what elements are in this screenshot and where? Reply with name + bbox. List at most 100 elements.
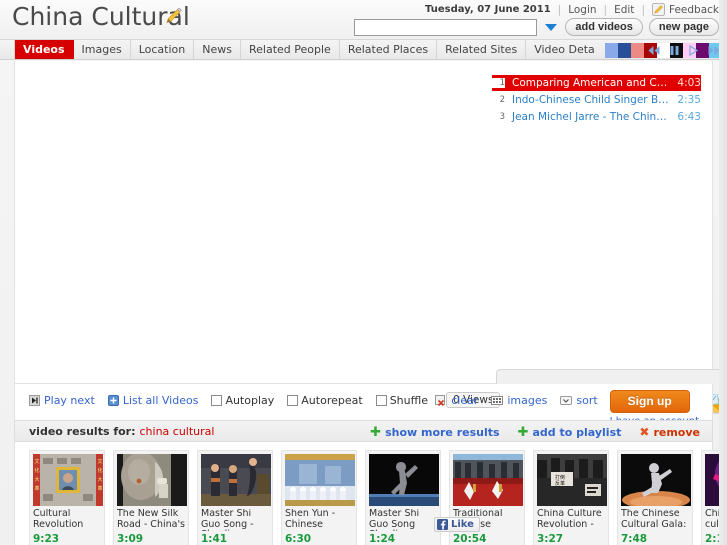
close-icon: ✖ (639, 424, 650, 439)
add-videos-button[interactable]: add videos (565, 18, 643, 36)
meta-divider-3: | (641, 3, 645, 16)
results-header-bar: video results for: china cultural ✚ show… (14, 420, 713, 442)
svg-text:大: 大 (98, 476, 103, 483)
list-all-videos-button[interactable]: List all Videos (107, 394, 198, 407)
show-more-results-button[interactable]: ✚ show more results (370, 426, 499, 439)
playlist-duration: 4:03 (677, 77, 701, 89)
meta-divider-1: | (557, 3, 562, 16)
swatch-0[interactable] (604, 42, 618, 58)
clear-button[interactable]: clear (435, 394, 478, 407)
video-thumbnail (453, 454, 523, 506)
add-to-playlist-label: add to playlist (532, 425, 622, 439)
checkbox-box (211, 394, 223, 406)
svg-text:革: 革 (98, 485, 103, 492)
meta-divider-2: | (603, 3, 608, 16)
shuffle-checkbox[interactable]: Shuffle (375, 393, 429, 407)
results-actions: ✚ show more results ✚ add to playlist ✖ … (370, 421, 700, 443)
video-thumbnail: 文化大革 文化大革 (33, 454, 103, 506)
result-tools: clear images sort (435, 394, 598, 407)
svg-text:打倒: 打倒 (555, 474, 565, 481)
video-thumbnail (201, 454, 271, 506)
svg-text:化: 化 (35, 467, 40, 474)
signup-button[interactable]: Sign up (609, 390, 690, 413)
plus-icon: ✚ (517, 424, 529, 440)
tab-images[interactable]: Images (74, 40, 131, 59)
search-input[interactable] (354, 18, 538, 36)
footer-social-bar: Like ShareThis (0, 510, 727, 545)
playlist-item-3[interactable]: 3 Jean Michel Jarre - The China conce...… (492, 109, 701, 125)
skip-next-icon (29, 394, 40, 406)
images-button[interactable]: images (491, 394, 547, 407)
right-edge-strip (719, 0, 727, 545)
autorepeat-checkbox[interactable]: Autorepeat (287, 393, 363, 407)
autorepeat-label: Autorepeat (301, 393, 363, 407)
images-label: images (507, 394, 548, 407)
playlist-index: 3 (499, 112, 505, 122)
remove-button[interactable]: ✖ remove (639, 426, 700, 439)
sort-label: sort (576, 394, 598, 407)
results-label: video results for: (29, 424, 136, 438)
current-date: Tuesday, 07 June 2011 (425, 4, 551, 15)
autoplay-checkbox[interactable]: Autoplay (211, 394, 274, 407)
plus-icon: ✚ (370, 424, 382, 440)
video-thumbnail (117, 454, 187, 506)
tab-location[interactable]: Location (131, 40, 195, 59)
svg-text:反革: 反革 (555, 480, 565, 487)
page-root: China Cultural Tuesday, 07 June 2011 | L… (0, 0, 727, 545)
video-thumbnail (621, 454, 691, 506)
playlist-item-2[interactable]: 2 Indo-Chinese Child Singer Brings C... … (492, 92, 701, 108)
new-page-button[interactable]: new page (648, 18, 719, 36)
svg-text:文: 文 (98, 458, 103, 465)
tab-related-sites[interactable]: Related Sites (437, 40, 527, 59)
player-controls-bar: Play next List all Videos Autoplay Autor… (14, 384, 713, 427)
video-thumbnail (285, 454, 355, 506)
chevron-down-icon[interactable] (545, 23, 558, 31)
results-query: china cultural (139, 424, 215, 438)
like-label: Like (451, 519, 474, 530)
feedback-pencil-icon[interactable] (651, 3, 665, 16)
player-controls-left: Play next List all Videos Autoplay Autor… (29, 392, 501, 408)
login-link[interactable]: Login (568, 4, 596, 16)
play-icon[interactable] (688, 44, 699, 56)
playlist-title: Comparing American and Chinese ... (512, 77, 670, 89)
playlist-index: 1 (492, 78, 505, 88)
swatch-1[interactable] (617, 42, 631, 58)
add-to-playlist-button[interactable]: ✚ add to playlist (518, 426, 622, 439)
grid-icon (491, 396, 504, 405)
autoplay-label: Autoplay (225, 393, 275, 407)
video-thumbnail (369, 454, 439, 506)
sort-button[interactable]: sort (560, 394, 598, 407)
svg-text:大: 大 (35, 476, 40, 483)
plus-box-icon (107, 394, 119, 406)
show-more-label: show more results (385, 425, 500, 439)
shuffle-label: Shuffle (389, 393, 429, 407)
facebook-like-button[interactable]: Like (434, 517, 480, 532)
clear-label: clear (451, 394, 479, 407)
remove-label: remove (653, 425, 700, 439)
header-search-row: add videos new page (354, 18, 719, 36)
tab-related-places[interactable]: Related Places (340, 40, 438, 59)
pause-icon[interactable] (669, 45, 680, 56)
tab-news[interactable]: News (194, 40, 241, 59)
video-player-panel[interactable]: 1 Comparing American and Chinese ... 4:0… (14, 61, 724, 414)
svg-text:化: 化 (98, 467, 103, 474)
playlist-item-1[interactable]: 1 Comparing American and Chinese ... 4:0… (492, 75, 701, 91)
tab-video-details[interactable]: Video Deta (526, 40, 603, 59)
tab-videos[interactable]: Videos (14, 40, 74, 59)
facebook-icon (437, 519, 448, 530)
clear-icon (435, 395, 446, 406)
svg-text:文: 文 (35, 458, 40, 465)
edit-link[interactable]: Edit (614, 4, 634, 16)
checkbox-box (375, 394, 387, 406)
video-thumbnail: 打倒 反革 (537, 454, 607, 506)
swatch-2[interactable] (630, 42, 644, 58)
playlist: 1 Comparing American and Chinese ... 4:0… (492, 75, 701, 126)
tab-related-people[interactable]: Related People (241, 40, 340, 59)
playlist-duration: 6:43 (677, 111, 701, 123)
play-next-button[interactable]: Play next (29, 394, 95, 407)
chevron-down-icon (560, 396, 573, 405)
pencil-icon[interactable] (164, 6, 184, 26)
feedback-link[interactable]: Feedback (669, 4, 719, 16)
rewind-icon[interactable] (647, 45, 661, 56)
header-meta-row: Tuesday, 07 June 2011 | Login | Edit | F… (425, 2, 719, 17)
